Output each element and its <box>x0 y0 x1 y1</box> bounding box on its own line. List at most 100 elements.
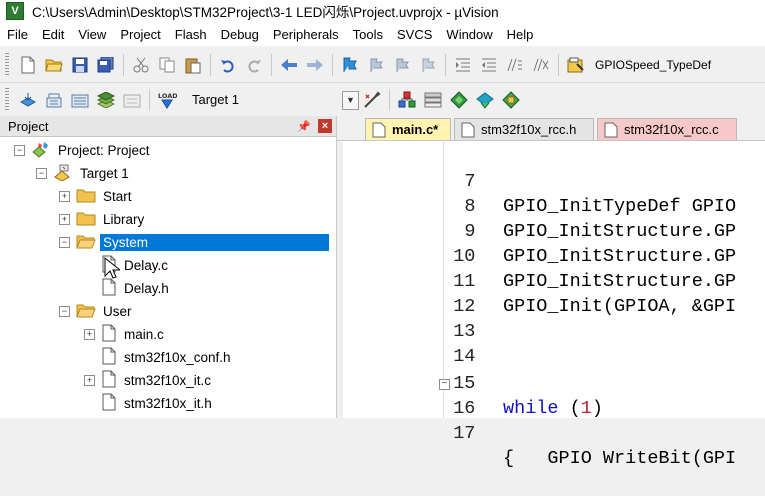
target-select[interactable]: Target 1 ▼ <box>186 89 359 111</box>
find-in-files-icon[interactable] <box>565 54 587 76</box>
tree-item-file-stm32f10x-it-h[interactable]: stm32f10x_it.h <box>101 392 215 414</box>
tab-main-c[interactable]: main.c* <box>365 118 451 140</box>
load-flash-icon[interactable]: LOAD <box>156 89 178 111</box>
translate-icon[interactable] <box>17 89 39 111</box>
toolbar-grip[interactable] <box>5 88 9 112</box>
code-line[interactable]: 14 <box>343 319 765 367</box>
clear-bookmarks-icon[interactable] <box>417 54 439 76</box>
tree-item-label: stm32f10x_conf.h <box>124 349 231 365</box>
save-icon[interactable] <box>69 54 91 76</box>
batch-build-icon[interactable] <box>95 89 117 111</box>
navigate-forward-icon[interactable] <box>304 54 326 76</box>
chevron-down-icon[interactable]: ▼ <box>342 90 359 110</box>
menu-peripherals[interactable]: Peripherals <box>266 27 346 42</box>
file-icon <box>101 370 117 391</box>
tree-item-folder-start[interactable]: + Start <box>59 185 135 207</box>
paste-icon[interactable] <box>182 54 204 76</box>
code-line[interactable]: 7 GPIO_InitTypeDef GPIO <box>343 144 765 217</box>
menu-edit[interactable]: Edit <box>35 27 71 42</box>
menu-window[interactable]: Window <box>439 27 499 42</box>
menu-help[interactable]: Help <box>500 27 541 42</box>
undo-icon[interactable] <box>217 54 239 76</box>
code-text: GPIO WriteBit(GPI <box>503 448 737 469</box>
toolbar-separator <box>389 89 390 111</box>
toolbar-separator <box>271 54 272 76</box>
tree-item-label: Library <box>103 211 145 227</box>
code-line[interactable]: 17 GPIO WriteBit(GPI <box>343 396 765 469</box>
pin-icon[interactable]: 📌 <box>297 120 311 133</box>
menu-file[interactable]: File <box>0 27 35 42</box>
comment-icon[interactable] <box>504 54 526 76</box>
expand-toggle[interactable]: + <box>59 190 70 202</box>
collapse-toggle[interactable]: − <box>14 144 25 156</box>
build-icon[interactable] <box>43 89 65 111</box>
code-line[interactable]: 16 − { <box>343 371 765 469</box>
fold-toggle[interactable]: − <box>439 379 450 390</box>
file-icon <box>604 122 618 138</box>
options-for-target-icon[interactable] <box>361 89 383 111</box>
tree-item-target[interactable]: − Target 1 <box>36 162 132 184</box>
toolbar-grip[interactable] <box>5 53 9 77</box>
menu-tools[interactable]: Tools <box>346 27 390 42</box>
tree-item-folder-library[interactable]: + Library <box>59 208 147 230</box>
tree-item-file-main-c[interactable]: + main.c <box>84 323 167 345</box>
menu-debug[interactable]: Debug <box>214 27 266 42</box>
menu-flash[interactable]: Flash <box>168 27 214 42</box>
save-all-icon[interactable] <box>95 54 117 76</box>
editor-tab-strip: main.c* stm32f10x_rcc.h stm32f10x_rcc.c <box>337 116 765 141</box>
code-line[interactable]: 13 <box>343 294 765 342</box>
code-line[interactable]: 12 <box>343 269 765 317</box>
tree-item-folder-user[interactable]: − User <box>59 300 135 322</box>
close-icon[interactable]: × <box>318 119 332 133</box>
software-packs-icon[interactable] <box>500 89 522 111</box>
expand-toggle[interactable]: + <box>59 213 70 225</box>
toolbar-separator <box>445 54 446 76</box>
navigate-back-icon[interactable] <box>278 54 300 76</box>
expand-toggle[interactable]: + <box>84 374 95 386</box>
project-root-icon <box>31 140 51 161</box>
collapse-toggle[interactable]: − <box>36 167 47 179</box>
code-line[interactable]: 11 GPIO_Init(GPIOA, &GPI <box>343 244 765 317</box>
unindent-icon[interactable] <box>478 54 500 76</box>
target-select-value: Target 1 <box>192 92 239 107</box>
code-line[interactable]: 10 GPIO_InitStructure.GP <box>343 219 765 292</box>
pack-installer-icon[interactable] <box>474 89 496 111</box>
tree-item-file-stm32f10x-it-c[interactable]: + stm32f10x_it.c <box>84 369 214 391</box>
function-combo-value[interactable]: GPIOSpeed_TypeDef <box>595 58 711 72</box>
code-line-while[interactable]: 15 while (1) <box>343 346 765 419</box>
manage-run-time-environment-icon[interactable] <box>448 89 470 111</box>
tree-item-file-stm32f10x-conf-h[interactable]: stm32f10x_conf.h <box>101 346 234 368</box>
tree-item-label-selected: System <box>100 233 329 251</box>
expand-toggle[interactable]: + <box>84 328 95 340</box>
tab-stm32f10x-rcc-h[interactable]: stm32f10x_rcc.h <box>454 118 594 140</box>
redo-icon[interactable] <box>243 54 265 76</box>
code-line[interactable]: 9 GPIO_InitStructure.GP <box>343 194 765 267</box>
collapse-toggle[interactable]: − <box>59 305 70 317</box>
uncomment-icon[interactable] <box>530 54 552 76</box>
open-folder-icon[interactable] <box>43 54 65 76</box>
tab-label: stm32f10x_rcc.h <box>481 122 577 137</box>
indent-icon[interactable] <box>452 54 474 76</box>
cut-icon[interactable] <box>130 54 152 76</box>
stop-build-icon[interactable] <box>121 89 143 111</box>
menu-project[interactable]: Project <box>113 27 167 42</box>
new-file-icon[interactable] <box>17 54 39 76</box>
select-packs-icon[interactable] <box>422 89 444 111</box>
tree-item-label: Start <box>103 188 132 204</box>
rebuild-icon[interactable] <box>69 89 91 111</box>
next-bookmark-icon[interactable] <box>391 54 413 76</box>
menu-view[interactable]: View <box>71 27 113 42</box>
tab-stm32f10x-rcc-c[interactable]: stm32f10x_rcc.c <box>597 118 737 140</box>
manage-project-items-icon[interactable] <box>396 89 418 111</box>
bookmark-icon[interactable] <box>339 54 361 76</box>
code-editor[interactable]: 7 GPIO_InitTypeDef GPIO 8 GPIO_InitStruc… <box>343 141 765 469</box>
collapse-toggle[interactable]: − <box>59 236 70 248</box>
file-icon <box>101 324 117 345</box>
tree-item-project-root[interactable]: − Project: Project <box>14 139 153 161</box>
prev-bookmark-icon[interactable] <box>365 54 387 76</box>
code-line[interactable]: 8 GPIO_InitStructure.GP <box>343 169 765 242</box>
tree-item-folder-system[interactable]: − System <box>59 231 329 253</box>
mouse-cursor-icon <box>104 257 120 279</box>
copy-icon[interactable] <box>156 54 178 76</box>
menu-svcs[interactable]: SVCS <box>390 27 439 42</box>
